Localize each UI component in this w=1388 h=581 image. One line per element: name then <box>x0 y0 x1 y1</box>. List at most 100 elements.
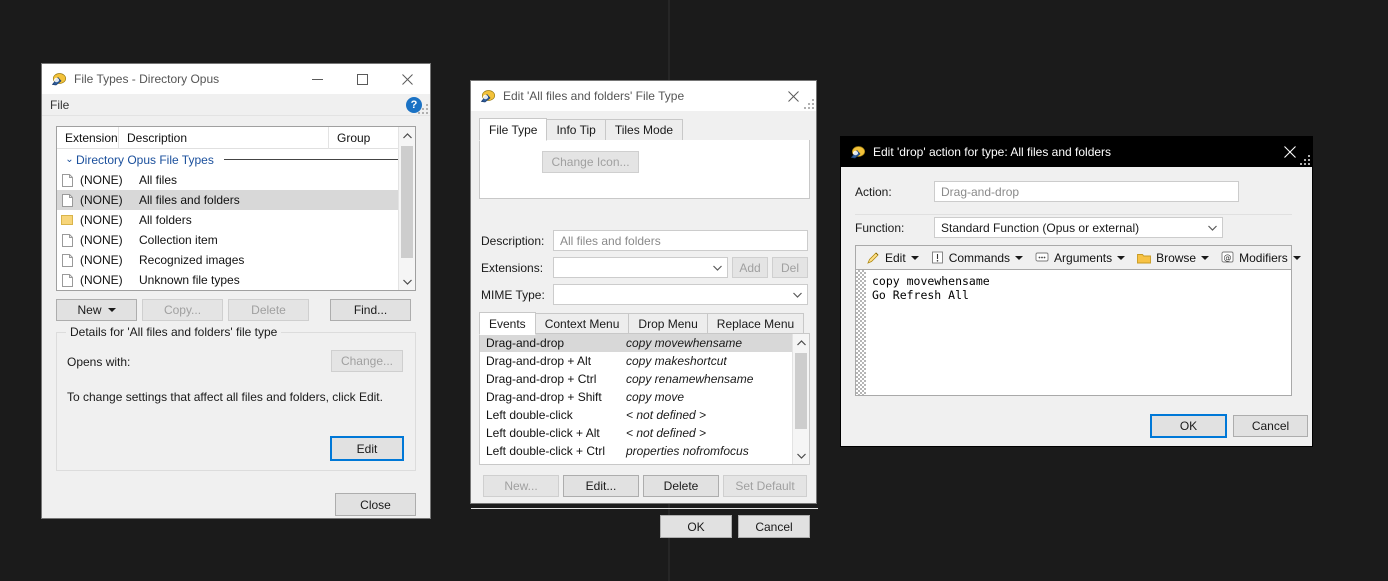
cancel-button[interactable]: Cancel <box>1233 415 1308 437</box>
chevron-down-icon <box>1201 255 1210 260</box>
exclamation-icon <box>931 251 944 264</box>
new-event-button[interactable]: New... <box>483 475 559 497</box>
minimize-button[interactable] <box>295 64 340 94</box>
find-button[interactable]: Find... <box>330 299 411 321</box>
tab-tiles-mode[interactable]: Tiles Mode <box>604 119 684 140</box>
list-item[interactable]: Left double-click + Alt < not defined > <box>480 424 809 442</box>
at-icon: @ <box>1221 251 1234 264</box>
tab-drop-menu[interactable]: Drop Menu <box>628 313 708 334</box>
scroll-down-icon[interactable] <box>399 273 415 290</box>
edit-event-button[interactable]: Edit... <box>563 475 639 497</box>
events-list[interactable]: Drag-and-drop copy movewhensame Drag-and… <box>479 333 810 465</box>
tab-file-type[interactable]: File Type <box>479 118 548 141</box>
scroll-up-icon[interactable] <box>399 127 415 144</box>
set-default-button[interactable]: Set Default <box>723 475 807 497</box>
scroll-down-icon[interactable] <box>793 447 809 464</box>
change-icon-button[interactable]: Change Icon... <box>542 151 639 173</box>
script-text[interactable]: copy movewhensame Go Refresh All <box>872 274 1287 302</box>
chevron-down-icon[interactable] <box>707 265 727 271</box>
titlebar-edit-file-type[interactable]: Edit 'All files and folders' File Type <box>471 81 816 111</box>
toolbar-modifiers-label: Modifiers <box>1239 250 1288 265</box>
description-field[interactable]: All files and folders <box>553 230 808 251</box>
script-editor[interactable]: copy movewhensame Go Refresh All <box>855 269 1292 396</box>
action-field[interactable]: Drag-and-drop <box>934 181 1239 202</box>
ok-button[interactable]: OK <box>660 515 732 538</box>
table-row[interactable]: (NONE) All files and folders <box>57 190 415 210</box>
file-types-list[interactable]: Extension Description Group ⌄ Directory … <box>56 126 416 291</box>
list-item[interactable]: Drag-and-drop + Alt copy makeshortcut <box>480 352 809 370</box>
events-vertical-scrollbar[interactable] <box>792 334 809 464</box>
list-vertical-scrollbar[interactable] <box>398 127 415 290</box>
events-tabstrip: Events Context Menu Drop Menu Replace Me… <box>479 311 810 335</box>
details-legend: Details for 'All files and folders' file… <box>66 325 282 339</box>
function-value: Standard Function (Opus or external) <box>941 220 1140 235</box>
table-row[interactable]: (NONE) All folders <box>57 210 415 230</box>
resize-grip[interactable] <box>802 97 814 109</box>
table-row[interactable]: (NONE) Collection item <box>57 230 415 250</box>
cancel-button[interactable]: Cancel <box>738 515 810 538</box>
table-row[interactable]: (NONE) Recognized images <box>57 250 415 270</box>
maximize-button[interactable] <box>340 64 385 94</box>
change-button[interactable]: Change... <box>331 350 403 372</box>
tab-info-tip[interactable]: Info Tip <box>546 119 606 140</box>
titlebar-edit-action[interactable]: Edit 'drop' action for type: All files a… <box>841 137 1312 167</box>
titlebar-file-types[interactable]: File Types - Directory Opus <box>42 64 430 94</box>
tab-context-menu[interactable]: Context Menu <box>534 313 630 334</box>
folder-icon <box>57 214 77 226</box>
list-item[interactable]: Left double-click + Ctrl properties nofr… <box>480 442 809 460</box>
list-group-header[interactable]: ⌄ Directory Opus File Types <box>57 149 415 170</box>
tab-replace-menu[interactable]: Replace Menu <box>706 313 805 334</box>
table-row[interactable]: (NONE) Unknown file types <box>57 270 415 290</box>
toolbar-modifiers-menu[interactable]: @ Modifiers <box>1215 247 1307 269</box>
folder-icon <box>1137 252 1152 264</box>
chevron-down-icon[interactable] <box>787 292 807 298</box>
list-item[interactable]: Drag-and-drop copy movewhensame <box>480 334 809 352</box>
toolbar-arguments-menu[interactable]: Arguments <box>1029 247 1131 269</box>
action-label: Action: <box>855 185 892 199</box>
list-item[interactable]: Drag-and-drop + Shift copy move <box>480 388 809 406</box>
ok-button[interactable]: OK <box>1151 415 1226 437</box>
chevron-down-icon <box>1117 255 1126 260</box>
toolbar-edit-label: Edit <box>885 250 906 265</box>
group-label: Directory Opus File Types <box>76 152 214 167</box>
function-combobox[interactable]: Standard Function (Opus or external) <box>934 217 1223 238</box>
tab-events[interactable]: Events <box>479 312 536 335</box>
menu-file[interactable]: File <box>50 98 69 112</box>
chevron-down-icon[interactable] <box>1202 225 1222 231</box>
add-extension-button[interactable]: Add <box>732 257 768 278</box>
toolbar-edit-menu[interactable]: Edit <box>860 247 925 269</box>
event-name: Left double-click + Alt <box>486 426 600 440</box>
edit-button[interactable]: Edit <box>331 437 403 460</box>
file-icon <box>57 173 77 187</box>
toolbar-commands-menu[interactable]: Commands <box>925 247 1029 269</box>
extensions-combobox[interactable] <box>553 257 728 278</box>
column-description[interactable]: Description <box>119 127 329 149</box>
row-description: Collection item <box>139 233 218 247</box>
table-row[interactable]: (NONE) All files <box>57 170 415 190</box>
row-description: All files and folders <box>139 193 240 207</box>
scroll-thumb[interactable] <box>795 353 807 429</box>
new-button[interactable]: New <box>56 299 137 321</box>
column-extension[interactable]: Extension <box>57 127 119 149</box>
resize-grip[interactable] <box>1298 153 1310 165</box>
scroll-thumb[interactable] <box>401 146 413 258</box>
event-name: Left double-click + Ctrl <box>486 444 606 458</box>
close-dialog-button[interactable]: Close <box>335 493 416 516</box>
delete-button[interactable]: Delete <box>228 299 309 321</box>
pencil-icon <box>866 251 880 265</box>
scroll-up-icon[interactable] <box>793 334 809 351</box>
delete-extension-button[interactable]: Del <box>772 257 808 278</box>
copy-button[interactable]: Copy... <box>142 299 223 321</box>
toolbar-browse-menu[interactable]: Browse <box>1131 247 1215 269</box>
close-button[interactable] <box>385 64 430 94</box>
chevron-down-icon <box>1292 255 1301 260</box>
mime-type-combobox[interactable] <box>553 284 808 305</box>
list-item[interactable]: Left double-click < not defined > <box>480 406 809 424</box>
menubar: File ? <box>42 94 430 116</box>
resize-grip[interactable] <box>416 102 428 114</box>
arguments-icon <box>1035 251 1049 264</box>
delete-event-button[interactable]: Delete <box>643 475 719 497</box>
list-item[interactable]: Drag-and-drop + Ctrl copy renamewhensame <box>480 370 809 388</box>
row-extension: (NONE) <box>80 193 123 207</box>
chevron-down-icon[interactable]: ⌄ <box>63 154 76 165</box>
